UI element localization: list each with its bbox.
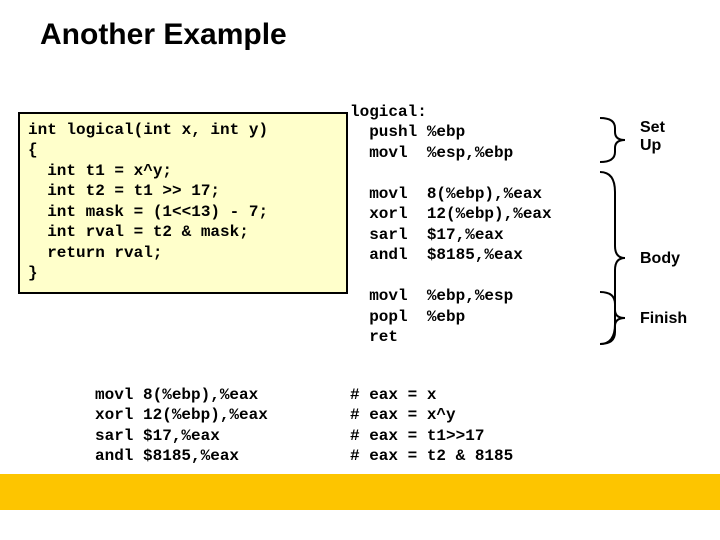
asm-comments-block: # eax = x # eax = x^y # eax = t1>>17 # e…: [350, 385, 513, 467]
asm-main-block: logical: pushl %ebp movl %esp,%ebp movl …: [350, 102, 552, 348]
label-body: Body: [640, 250, 680, 268]
label-setup: Set Up: [640, 119, 665, 156]
slide-title: Another Example: [40, 18, 287, 52]
slide: Another Example int logical(int x, int y…: [0, 0, 720, 540]
label-finish: Finish: [640, 310, 687, 328]
brace-finish-icon: [595, 288, 635, 348]
c-code-box: int logical(int x, int y) { int t1 = x^y…: [18, 112, 348, 294]
brace-setup-icon: [595, 116, 635, 164]
footer-bar: [0, 474, 720, 510]
asm-left-block: movl 8(%ebp),%eax xorl 12(%ebp),%eax sar…: [95, 385, 268, 467]
brace-body-icon: [595, 168, 635, 348]
